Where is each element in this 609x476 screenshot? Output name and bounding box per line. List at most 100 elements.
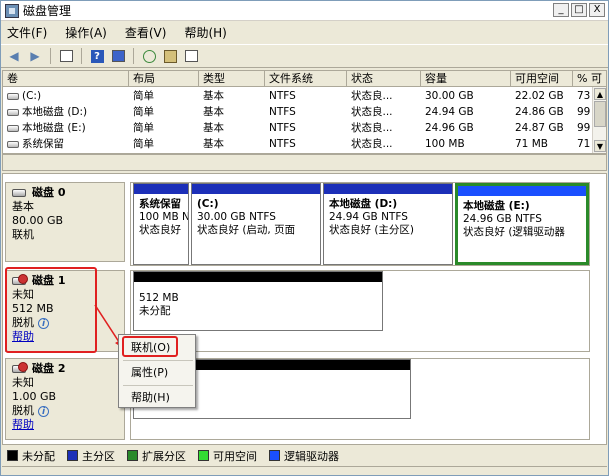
volume-name: 本地磁盘 (D:): [22, 106, 88, 118]
back-arrow-icon: ◀: [9, 49, 19, 63]
back-button[interactable]: ◀: [5, 47, 23, 65]
minimize-button[interactable]: _: [553, 3, 569, 17]
disk-1-partitions: 512 MB 未分配: [130, 270, 590, 352]
menu-bar: 文件(F) 操作(A) 查看(V) 帮助(H): [1, 22, 608, 42]
volume-type: 基本: [203, 106, 224, 118]
legend-item: 主分区: [67, 448, 115, 464]
menu-view[interactable]: 查看(V): [125, 24, 167, 41]
volume-row[interactable]: 本地磁盘 (E:) 简单 基本 NTFS 状态良... 24.96 GB 24.…: [3, 120, 606, 136]
scroll-thumb[interactable]: [594, 101, 606, 127]
disk-1-unallocated[interactable]: 512 MB 未分配: [133, 271, 383, 331]
volume-filesystem: NTFS: [269, 90, 296, 102]
column-header-free-space[interactable]: 可用空间: [511, 71, 573, 87]
properties-button[interactable]: [161, 47, 179, 65]
volume-filesystem: NTFS: [269, 106, 296, 118]
column-header-percent-free[interactable]: % 可: [573, 71, 606, 87]
info-icon[interactable]: i: [38, 317, 49, 329]
column-header-capacity[interactable]: 容量: [421, 71, 511, 87]
disk-size: 1.00 GB: [12, 390, 57, 403]
forward-arrow-icon: ▶: [30, 49, 40, 63]
column-header-layout[interactable]: 布局: [129, 71, 199, 87]
column-header-status[interactable]: 状态: [347, 71, 421, 87]
legend-item: 扩展分区: [127, 448, 186, 464]
disk-0-label[interactable]: 磁盘 0 基本 80.00 GB 联机: [5, 182, 125, 262]
action-pane-button[interactable]: [109, 47, 127, 65]
context-menu-properties[interactable]: 属性(P): [125, 364, 191, 381]
context-menu-online[interactable]: 联机(O): [125, 339, 191, 356]
disk-status: 脱机: [12, 404, 34, 417]
volume-filesystem: NTFS: [269, 138, 296, 150]
partition-status: 状态良好 (逻辑驱动器: [463, 226, 565, 238]
legend-item: 逻辑驱动器: [269, 448, 339, 464]
volume-name: 系统保留: [22, 138, 64, 150]
partition-size: 100 MB N: [139, 211, 188, 223]
volume-free-space: 24.86 GB: [515, 106, 564, 118]
disk-2-label[interactable]: 磁盘 2 未知 1.00 GB 脱机 i 帮助: [5, 358, 125, 440]
partition-d[interactable]: 本地磁盘 (D:) 24.94 GB NTFS 状态良好 (主分区): [323, 183, 453, 265]
volume-status: 状态良...: [351, 138, 393, 150]
volume-row[interactable]: (C:) 简单 基本 NTFS 状态良... 30.00 GB 22.02 GB…: [3, 88, 606, 104]
volume-status: 状态良...: [351, 106, 393, 118]
show-hide-console-tree-button[interactable]: [57, 47, 75, 65]
forward-button[interactable]: ▶: [26, 47, 44, 65]
partition-c[interactable]: (C:) 30.00 GB NTFS 状态良好 (启动, 页面: [191, 183, 321, 265]
column-header-type[interactable]: 类型: [199, 71, 265, 87]
legend-swatch: [7, 450, 18, 461]
offline-disk-icon: [12, 274, 28, 285]
volume-list-horizontal-scrollbar[interactable]: [2, 154, 607, 171]
volume-type: 基本: [203, 122, 224, 134]
volume-capacity: 24.94 GB: [425, 106, 474, 118]
toolbar-separator: [133, 48, 134, 64]
menu-file[interactable]: 文件(F): [7, 24, 47, 41]
unallocated-size: 512 MB: [139, 292, 179, 304]
context-menu-help[interactable]: 帮助(H): [125, 389, 191, 406]
column-header-volume[interactable]: 卷: [3, 71, 129, 87]
scroll-up-arrow-icon[interactable]: ▲: [594, 88, 606, 100]
info-icon[interactable]: i: [38, 405, 49, 417]
disk-2-help-link[interactable]: 帮助: [12, 418, 34, 431]
maximize-button[interactable]: □: [571, 3, 587, 17]
volume-name: (C:): [22, 90, 42, 102]
properties-icon: [163, 49, 177, 63]
volume-status: 状态良...: [351, 122, 393, 134]
disk-type: 未知: [12, 288, 34, 301]
partition-title: (C:): [197, 198, 219, 210]
export-list-button[interactable]: [182, 47, 200, 65]
menu-help[interactable]: 帮助(H): [184, 24, 226, 41]
partition-system-reserved[interactable]: 系统保留 100 MB N 状态良好: [133, 183, 189, 265]
partition-size: 24.94 GB NTFS: [329, 211, 408, 223]
logical-drive-bar: [458, 186, 586, 196]
disk-status: 脱机: [12, 316, 34, 329]
refresh-button[interactable]: [140, 47, 158, 65]
volume-list-vertical-scrollbar[interactable]: ▲ ▼: [592, 87, 606, 153]
close-button[interactable]: X: [589, 3, 605, 17]
disk-0-partitions: 系统保留 100 MB N 状态良好 (C:) 30.00 GB NTFS 状态…: [130, 182, 590, 266]
partition-status: 状态良好 (主分区): [329, 224, 415, 236]
volume-row[interactable]: 系统保留 简单 基本 NTFS 状态良... 100 MB 71 MB 71 %: [3, 136, 606, 152]
legend-label: 扩展分区: [142, 449, 186, 463]
disk-name: 磁盘 2: [32, 362, 66, 375]
volume-list: 卷 布局 类型 文件系统 状态 容量 可用空间 % 可 (C:) 简单 基本 N…: [2, 70, 607, 154]
legend-label: 逻辑驱动器: [284, 449, 339, 463]
volume-row[interactable]: 本地磁盘 (D:) 简单 基本 NTFS 状态良... 24.94 GB 24.…: [3, 104, 606, 120]
disk-name: 磁盘 0: [32, 186, 66, 199]
window-controls: _ □ X: [553, 3, 605, 17]
unallocated-bar: [134, 272, 382, 282]
legend-swatch: [67, 450, 78, 461]
disk-status: 联机: [12, 228, 34, 241]
help-button[interactable]: ?: [88, 47, 106, 65]
menu-action[interactable]: 操作(A): [65, 24, 107, 41]
context-menu-separator: [123, 385, 193, 386]
unallocated-label: 未分配: [139, 305, 171, 317]
volume-capacity: 24.96 GB: [425, 122, 474, 134]
disk-management-app-icon: [5, 3, 19, 18]
scroll-down-arrow-icon[interactable]: ▼: [594, 140, 606, 152]
legend-swatch: [127, 450, 138, 461]
volume-type: 基本: [203, 90, 224, 102]
volume-icon: [7, 140, 19, 148]
volume-layout: 简单: [133, 90, 154, 102]
disk-1-help-link[interactable]: 帮助: [12, 330, 34, 343]
legend-swatch: [198, 450, 209, 461]
column-header-filesystem[interactable]: 文件系统: [265, 71, 347, 87]
partition-e[interactable]: 本地磁盘 (E:) 24.96 GB NTFS 状态良好 (逻辑驱动器: [455, 183, 589, 265]
